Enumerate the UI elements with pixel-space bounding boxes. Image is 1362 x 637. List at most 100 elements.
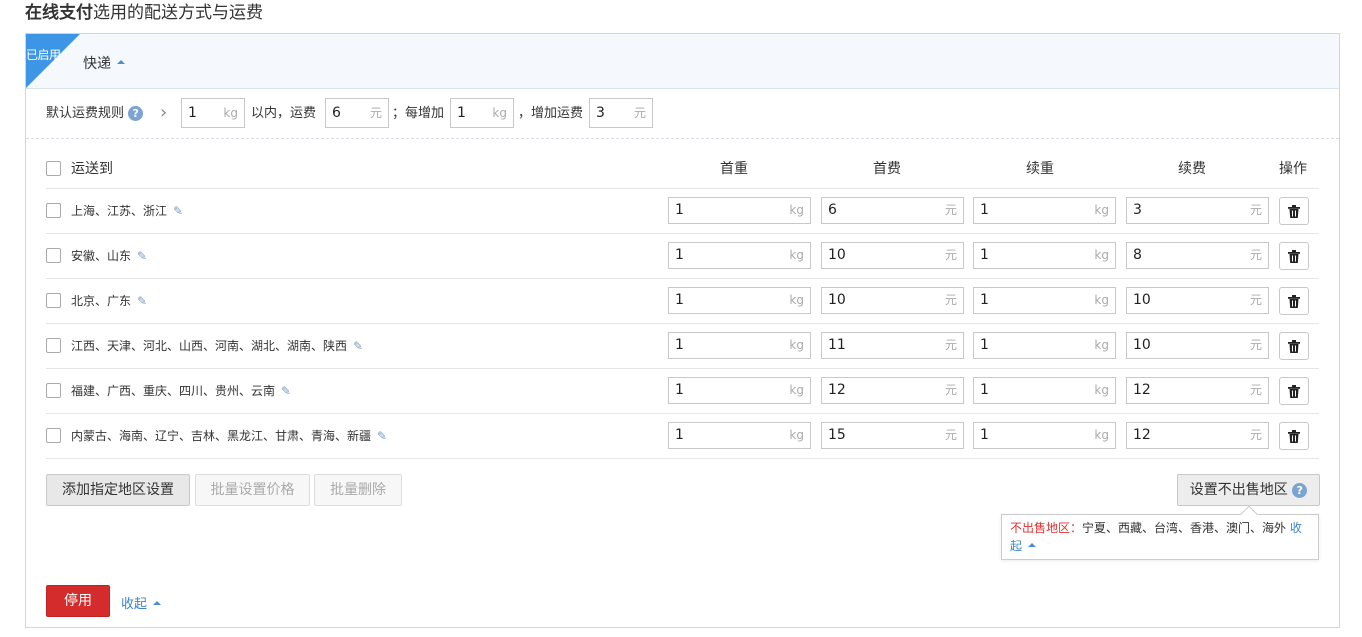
add-weight-input[interactable]: 1 kg [973,196,1116,224]
help-icon[interactable]: ? [128,106,144,121]
add-weight-input[interactable]: 1 kg [973,241,1116,269]
first-weight-input[interactable]: 1 kg [668,421,811,449]
add-fee-input[interactable]: 10 元 [1126,286,1269,314]
input-unit: 元 [1249,337,1262,352]
input-value: 12 [1133,381,1151,398]
first-fee-input[interactable]: 10 元 [821,241,964,269]
row-checkbox[interactable] [46,382,61,398]
first-fee-input[interactable]: 12 元 [821,376,964,404]
delete-row-button[interactable] [1279,286,1309,315]
delete-row-button[interactable] [1279,376,1309,405]
delete-row-button[interactable] [1279,196,1309,225]
row-divider [46,278,1319,279]
input-unit: 元 [944,337,957,352]
row-divider [46,323,1319,324]
first-weight-input[interactable]: 1 kg [668,376,811,404]
edit-pencil-icon[interactable]: ✎ [137,293,147,309]
no-sale-tooltip: 不出售地区：宁夏、西藏、台湾、香港、澳门、海外 收 起 [1001,505,1319,560]
tip-collapse-link-b[interactable]: 起 [1010,539,1022,553]
delete-row-button[interactable] [1279,241,1309,270]
default-first-fee-input[interactable]: 6元 [325,98,389,128]
batch-delete-button[interactable]: 批量删除 [314,474,402,506]
method-toggle[interactable]: 快递 [83,53,125,73]
input-value: 12 [1133,426,1151,443]
row-regions: 福建、广西、重庆、四川、贵州、云南 ✎ [71,383,291,399]
edit-pencil-icon[interactable]: ✎ [137,248,147,264]
edit-pencil-icon[interactable]: ✎ [281,383,291,399]
row-checkbox[interactable] [46,247,61,263]
input-value: 12 [828,381,846,398]
row-regions-text: 北京、广东 [71,293,132,308]
input-value: 3 [596,105,605,121]
caret-up-icon [1028,542,1037,547]
page-title: 在线支付选用的配送方式与运费 [25,2,263,24]
batch-price-button[interactable]: 批量设置价格 [195,474,310,506]
input-value: 10 [1133,291,1151,308]
input-value: 1 [675,201,684,218]
page-title-rest: 选用的配送方式与运费 [93,3,263,23]
no-sale-region-button[interactable]: 设置不出售地区 ? [1177,474,1320,506]
edit-pencil-icon[interactable]: ✎ [353,338,363,354]
input-value: 1 [675,336,684,353]
input-unit: kg [789,427,804,442]
row-checkbox[interactable] [46,292,61,308]
first-weight-input[interactable]: 1 kg [668,331,811,359]
row-divider [46,188,1319,189]
first-fee-input[interactable]: 15 元 [821,421,964,449]
header-first-fee: 首费 [873,161,901,177]
row-checkbox[interactable] [46,337,61,353]
first-fee-input[interactable]: 11 元 [821,331,964,359]
input-unit: 元 [1249,382,1262,397]
collapse-link[interactable]: 收起 [121,593,162,612]
input-value: 15 [828,426,846,443]
input-unit: 元 [944,247,957,262]
input-value: 10 [1133,336,1151,353]
select-all-checkbox[interactable] [46,161,61,176]
row-checkbox[interactable] [46,427,61,443]
edit-pencil-icon[interactable]: ✎ [173,203,183,219]
row-regions-text: 上海、江苏、浙江 [71,203,168,218]
input-value: 1 [980,201,989,218]
edit-pencil-icon[interactable]: ✎ [377,428,387,444]
input-value: 8 [1133,246,1142,263]
delete-row-button[interactable] [1279,421,1309,450]
tip-collapse-link-a[interactable]: 收 [1290,521,1302,535]
default-rule-row: 默认运费规则 ? › 1 kg 以内，运费 6元 ；每增加 1 kg ，增加运费 3… [26,90,1339,139]
first-fee-input[interactable]: 6元 [821,196,964,224]
first-weight-input[interactable]: 1 kg [668,196,811,224]
delete-row-button[interactable] [1279,331,1309,360]
row-divider [46,458,1319,459]
row-regions: 上海、江苏、浙江 ✎ [71,203,183,219]
disable-button[interactable]: 停用 [46,585,110,617]
input-unit: kg [1094,202,1109,217]
header-ship-to: 运送到 [71,161,113,177]
add-weight-input[interactable]: 1 kg [973,286,1116,314]
first-weight-input[interactable]: 1 kg [668,286,811,314]
add-region-button[interactable]: 添加指定地区设置 [46,474,190,506]
input-unit: kg [492,106,507,120]
first-weight-input[interactable]: 1 kg [668,241,811,269]
input-unit: kg [1094,337,1109,352]
add-fee-input[interactable]: 3元 [1126,196,1269,224]
default-add-weight-input[interactable]: 1 kg [450,98,514,128]
input-unit: 元 [1249,427,1262,442]
add-weight-input[interactable]: 1 kg [973,331,1116,359]
add-weight-input[interactable]: 1 kg [973,376,1116,404]
input-value: 3 [1133,201,1142,218]
trash-icon [1288,294,1300,308]
tip-line-2[interactable]: 起 [1010,538,1037,554]
add-fee-input[interactable]: 12 元 [1126,376,1269,404]
header-ops: 操作 [1279,161,1307,177]
method-name: 快递 [83,56,111,72]
input-unit: kg [1094,382,1109,397]
first-fee-input[interactable]: 10 元 [821,286,964,314]
add-weight-input[interactable]: 1 kg [973,421,1116,449]
row-checkbox[interactable] [46,202,61,218]
add-fee-input[interactable]: 10 元 [1126,331,1269,359]
row-regions-text: 福建、广西、重庆、四川、贵州、云南 [71,383,276,398]
default-first-weight-input[interactable]: 1 kg [181,98,245,128]
default-add-fee-input[interactable]: 3元 [589,98,653,128]
add-fee-input[interactable]: 8元 [1126,241,1269,269]
add-fee-input[interactable]: 12 元 [1126,421,1269,449]
input-unit: 元 [944,292,957,307]
